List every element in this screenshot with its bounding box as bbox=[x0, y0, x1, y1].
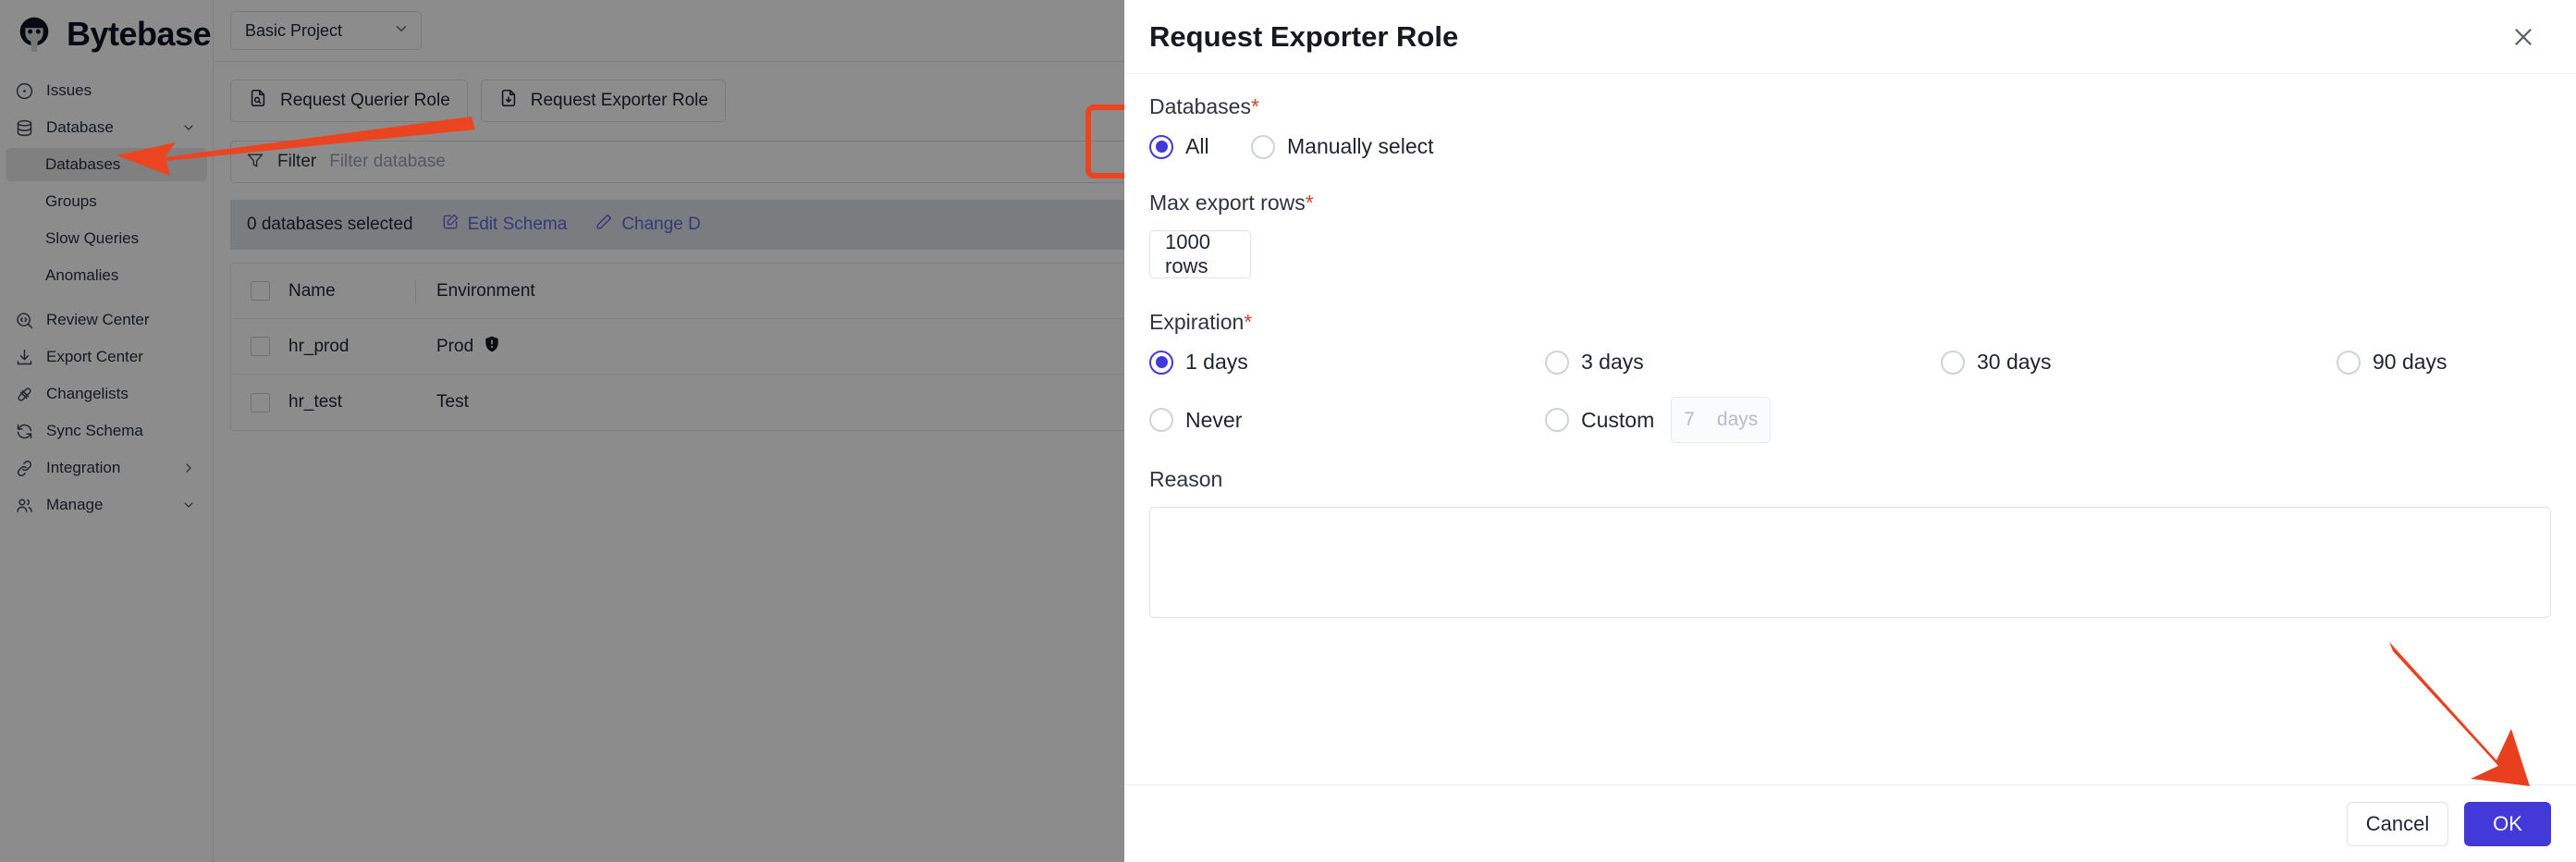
button-label: Cancel bbox=[2365, 811, 2430, 835]
custom-days-unit: days bbox=[1716, 409, 1759, 430]
button-label: OK bbox=[2493, 811, 2522, 835]
label-text: Max export rows bbox=[1149, 191, 1306, 215]
ok-button[interactable]: OK bbox=[2464, 801, 2551, 846]
radio-expiration-90-days[interactable]: 90 days bbox=[2337, 350, 2576, 375]
radio-label: 3 days bbox=[1581, 350, 1644, 374]
required-mark: * bbox=[1244, 310, 1253, 334]
custom-days-input[interactable]: 7 days bbox=[1671, 397, 1772, 443]
cancel-button[interactable]: Cancel bbox=[2347, 801, 2448, 846]
radio-dot-icon bbox=[1149, 134, 1173, 159]
radio-label: 90 days bbox=[2373, 350, 2447, 374]
radio-databases-manually-select[interactable]: Manually select bbox=[1251, 134, 1434, 159]
radio-dot-icon bbox=[1545, 350, 1569, 375]
reason-textarea[interactable] bbox=[1149, 507, 2551, 618]
dialog-title: Request Exporter Role bbox=[1149, 19, 1459, 53]
radio-label: Custom bbox=[1581, 407, 1655, 432]
radio-label: All bbox=[1185, 134, 1209, 158]
radio-dot-icon bbox=[1149, 408, 1173, 432]
label-text: Databases bbox=[1149, 94, 1251, 118]
radio-dot-icon bbox=[1941, 350, 1965, 375]
radio-expiration-3-days[interactable]: 3 days bbox=[1545, 350, 1941, 375]
radio-expiration-custom[interactable]: Custom bbox=[1545, 408, 1654, 433]
request-exporter-role-dialog: Request Exporter Role Databases* All Man… bbox=[1124, 0, 2576, 862]
radio-dot-icon bbox=[1149, 350, 1173, 375]
radio-databases-all[interactable]: All bbox=[1149, 134, 1251, 159]
dialog-body: Databases* All Manually select Max expor… bbox=[1124, 74, 2576, 784]
required-mark: * bbox=[1250, 94, 1259, 118]
screen-root: Bytebase Issues Database Databases Group… bbox=[0, 0, 2576, 862]
max-export-rows-input[interactable]: 1000 rows bbox=[1149, 230, 1251, 278]
databases-field-label: Databases* bbox=[1149, 94, 2551, 119]
reason-field-label: Reason bbox=[1149, 467, 2551, 492]
radio-label: Never bbox=[1185, 407, 1243, 432]
radio-expiration-never[interactable]: Never bbox=[1149, 408, 1545, 433]
close-icon[interactable] bbox=[2508, 21, 2539, 53]
radio-dot-icon bbox=[1251, 134, 1275, 159]
expiration-radio-row-2: Never Custom 7 days bbox=[1149, 397, 2551, 443]
required-mark: * bbox=[1305, 191, 1314, 215]
radio-expiration-1-days[interactable]: 1 days bbox=[1149, 350, 1545, 375]
dialog-footer: Cancel OK bbox=[1124, 784, 2576, 862]
expiration-field-label: Expiration* bbox=[1149, 310, 2551, 335]
dialog-header: Request Exporter Role bbox=[1124, 0, 2576, 74]
radio-expiration-30-days[interactable]: 30 days bbox=[1941, 350, 2337, 375]
radio-label: 30 days bbox=[1977, 350, 2052, 374]
expiration-radio-row-1: 1 days 3 days 30 days 90 days bbox=[1149, 350, 2551, 375]
max-export-rows-field-label: Max export rows* bbox=[1149, 191, 2551, 216]
label-text: Expiration bbox=[1149, 310, 1245, 334]
radio-label: Manually select bbox=[1287, 134, 1434, 158]
radio-dot-icon bbox=[2337, 350, 2361, 375]
custom-days-value: 7 bbox=[1684, 409, 1695, 430]
radio-dot-icon bbox=[1545, 408, 1569, 432]
databases-radio-group: All Manually select bbox=[1149, 134, 2551, 159]
input-value: 1000 rows bbox=[1165, 230, 1210, 277]
radio-label: 1 days bbox=[1185, 350, 1248, 374]
label-text: Reason bbox=[1149, 467, 1223, 491]
